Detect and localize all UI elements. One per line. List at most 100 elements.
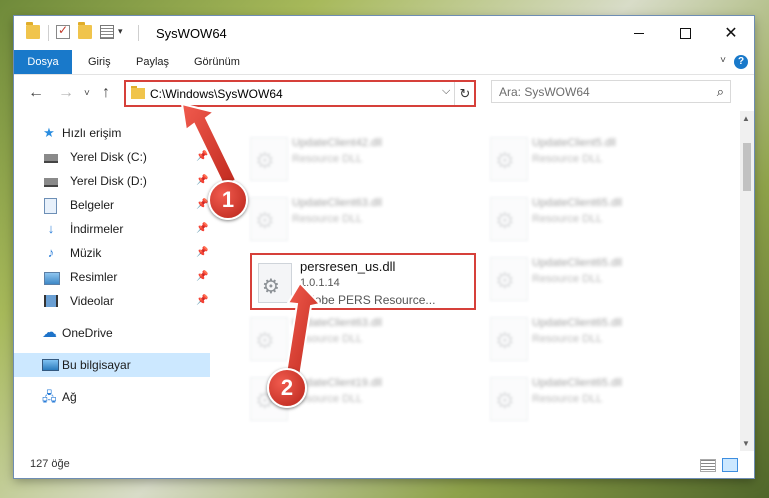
disk-icon — [44, 154, 58, 163]
dll-file-icon — [250, 197, 288, 241]
scroll-down-icon[interactable]: ▼ — [742, 439, 750, 448]
file-description: Resource DLL — [292, 153, 363, 165]
pin-icon[interactable]: 📌 — [196, 271, 208, 282]
onedrive-icon: ☁ — [42, 324, 57, 341]
tab-file[interactable]: Dosya — [14, 50, 72, 74]
new-folder-icon[interactable] — [78, 22, 92, 39]
file-item[interactable]: UpdateClient5.dll Resource DLL — [480, 133, 710, 189]
back-arrow-icon[interactable]: ← — [28, 84, 44, 102]
status-bar: 127 öğe — [14, 453, 754, 478]
sidebar-item-label: Yerel Disk (D:) — [70, 174, 147, 188]
refresh-icon[interactable]: ↻ — [454, 82, 475, 105]
sidebar-item-local-disk-d[interactable]: Yerel Disk (D:) 📌 — [14, 169, 210, 193]
file-item[interactable]: UpdateClient65.dll Resource DLL — [480, 313, 710, 369]
file-item[interactable]: UpdateClient65.dll Resource DLL — [480, 373, 710, 429]
address-bar[interactable]: C:\Windows\SysWOW64 ⌵ ↻ — [124, 80, 476, 107]
address-path[interactable]: C:\Windows\SysWOW64 — [150, 87, 283, 101]
maximize-button[interactable] — [662, 16, 708, 50]
chevron-down-icon[interactable]: ⌵ — [442, 85, 450, 98]
download-icon: ↓ — [47, 221, 55, 236]
sidebar-item-label: Müzik — [70, 246, 102, 260]
sidebar-item-label: İndirmeler — [70, 222, 124, 236]
sidebar-item-documents[interactable]: Belgeler 📌 — [14, 193, 210, 217]
sidebar-item-pictures[interactable]: Resimler 📌 — [14, 265, 210, 289]
file-description: Resource DLL — [292, 213, 363, 225]
vertical-scrollbar[interactable]: ▲ ▼ — [740, 111, 754, 451]
sidebar-item-this-pc[interactable]: Bu bilgisayar — [14, 353, 210, 377]
file-item[interactable]: UpdateClient65.dll Resource DLL — [480, 193, 710, 249]
folder-icon — [131, 86, 145, 99]
file-description: Resource DLL — [532, 393, 603, 405]
customize-icon[interactable] — [100, 25, 114, 39]
file-description: Resource DLL — [532, 213, 603, 225]
tab-view[interactable]: Görünüm — [194, 50, 240, 74]
file-name: UpdateClient65.dll — [532, 257, 622, 269]
navigation-bar: ← → ˅ ↑ C:\Windows\SysWOW64 ⌵ ↻ Ara: Sys… — [14, 75, 754, 111]
file-description: Resource DLL — [532, 153, 603, 165]
sidebar-item-label: Bu bilgisayar — [62, 358, 131, 372]
dll-file-icon — [250, 317, 288, 361]
sidebar-item-onedrive[interactable]: ☁ OneDrive — [14, 321, 210, 345]
sidebar-item-label: Yerel Disk (C:) — [70, 150, 147, 164]
file-item[interactable]: UpdateClient65.dll Resource DLL — [480, 253, 710, 309]
file-description: Resource DLL — [532, 273, 603, 285]
item-count: 127 öğe — [30, 458, 70, 470]
music-icon: ♪ — [47, 245, 55, 260]
navigation-pane: ★ Hızlı erişim Yerel Disk (C:) 📌 Yerel D… — [14, 111, 210, 451]
sidebar-item-downloads[interactable]: ↓ İndirmeler 📌 — [14, 217, 210, 241]
file-item[interactable]: UpdateClient63.dll Resource DLL — [240, 193, 470, 249]
star-icon: ★ — [43, 125, 55, 140]
dll-file-icon — [490, 257, 528, 301]
dll-file-icon — [490, 197, 528, 241]
step-badge-1: 1 — [208, 180, 248, 220]
recent-locations-icon[interactable]: ˅ — [84, 88, 90, 99]
sidebar-item-music[interactable]: ♪ Müzik 📌 — [14, 241, 210, 265]
pin-icon[interactable]: 📌 — [196, 247, 208, 258]
tab-home[interactable]: Giriş — [88, 50, 111, 74]
title-bar: ▾ SysWOW64 ✕ — [14, 16, 754, 50]
search-box[interactable]: Ara: SysWOW64 ⌕ — [491, 80, 731, 103]
pin-icon[interactable]: 📌 — [196, 199, 208, 210]
forward-arrow-icon[interactable]: → — [58, 84, 74, 102]
explorer-window: ▾ SysWOW64 ✕ Dosya Giriş Paylaş Görünüm … — [14, 16, 754, 478]
up-arrow-icon[interactable]: ↑ — [102, 84, 110, 102]
sidebar-item-label: Belgeler — [70, 198, 115, 212]
expand-ribbon-icon[interactable]: ˅ — [720, 55, 726, 66]
scroll-up-icon[interactable]: ▲ — [742, 114, 750, 123]
file-item[interactable]: UpdateClient63.dll Resource DLL — [240, 313, 470, 369]
search-placeholder[interactable]: Ara: SysWOW64 — [499, 85, 590, 99]
properties-check-icon[interactable] — [56, 23, 70, 39]
tab-share[interactable]: Paylaş — [136, 50, 169, 74]
quick-access-dropdown-icon[interactable]: ▾ — [118, 26, 123, 37]
dll-file-icon — [250, 137, 288, 181]
file-name: persresen_us.dll — [300, 259, 396, 274]
disk-icon — [44, 178, 58, 187]
dll-file-icon — [490, 317, 528, 361]
computer-icon — [42, 359, 59, 371]
file-item[interactable]: UpdateClient42.dll Resource DLL — [240, 133, 470, 189]
details-view-icon[interactable] — [700, 459, 716, 472]
sidebar-item-local-disk-c[interactable]: Yerel Disk (C:) 📌 — [14, 145, 210, 169]
pin-icon[interactable]: 📌 — [196, 223, 208, 234]
close-button[interactable]: ✕ — [708, 16, 754, 50]
sidebar-item-label: Resimler — [70, 270, 118, 284]
file-item-persresen[interactable]: persresen_us.dll 1.0.1.14 Adobe PERS Res… — [250, 253, 476, 310]
file-name: UpdateClient65.dll — [532, 197, 622, 209]
file-description: Resource DLL — [292, 333, 363, 345]
pin-icon[interactable]: 📌 — [196, 175, 208, 186]
search-icon[interactable]: ⌕ — [717, 84, 724, 100]
tiles-view-icon[interactable] — [722, 458, 738, 472]
pin-icon[interactable]: 📌 — [196, 295, 208, 306]
sidebar-item-label: Ağ — [62, 390, 77, 404]
minimize-button[interactable] — [616, 16, 662, 50]
help-icon[interactable]: ? — [734, 55, 748, 69]
scroll-thumb[interactable] — [743, 143, 751, 191]
sidebar-item-network[interactable]: 🖧 Ağ — [14, 385, 210, 409]
pin-icon[interactable]: 📌 — [196, 151, 208, 162]
file-version: 1.0.1.14 — [300, 277, 340, 289]
file-name: UpdateClient63.dll — [292, 197, 382, 209]
videos-icon — [44, 295, 58, 307]
network-icon: 🖧 — [42, 389, 57, 404]
sidebar-item-quick-access[interactable]: ★ Hızlı erişim — [14, 121, 210, 145]
sidebar-item-videos[interactable]: Videolar 📌 — [14, 289, 210, 313]
